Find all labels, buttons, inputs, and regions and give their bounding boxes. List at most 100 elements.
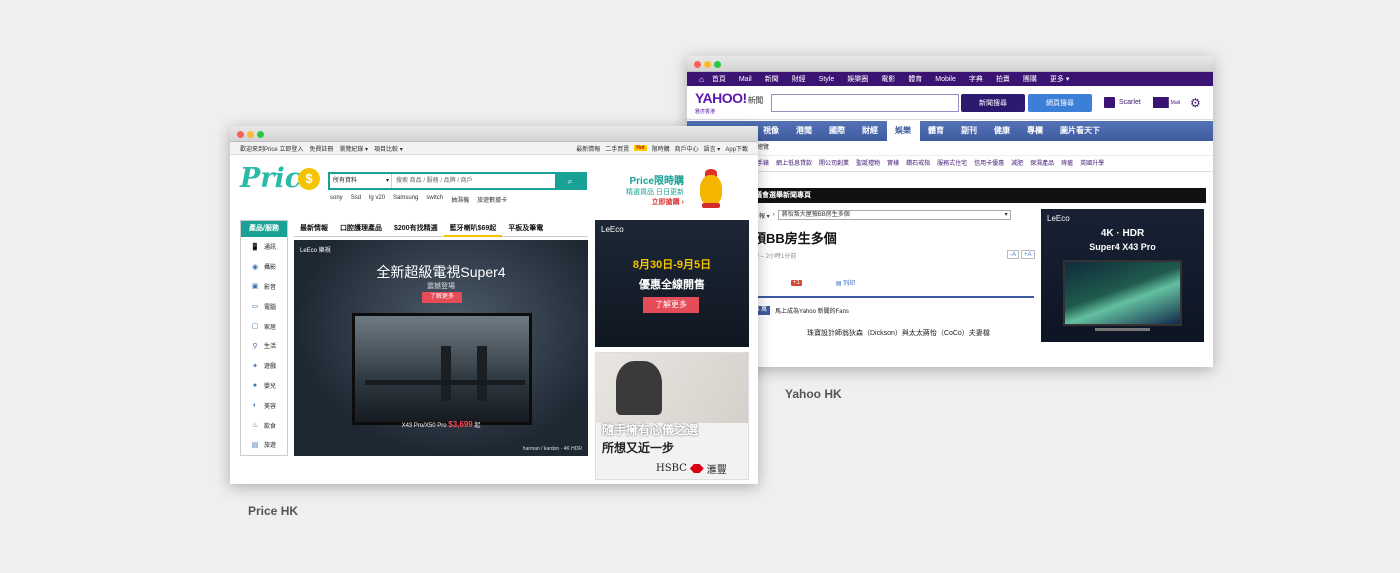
search-input[interactable]: 搜索 商品 / 服務 / 品牌 / 商戶 <box>392 174 555 188</box>
search-tag[interactable]: lg v20 <box>369 195 385 204</box>
top-link[interactable]: 限時購 <box>652 144 670 153</box>
search-tag[interactable]: switch <box>426 195 443 204</box>
leeco-sale-ad[interactable]: LeEco 8月30日-9月5日 優惠全線開售 了解更多 <box>595 220 749 347</box>
tab-bluetooth-speakers[interactable]: 藍牙喇叭$69起 <box>443 220 503 237</box>
sidebar-item-travel[interactable]: ▤ 旅遊 <box>241 435 287 455</box>
hsbc-ad[interactable]: 隨手擁有心儀之選 所想又近一步 HSBC 滙豐 <box>595 352 749 480</box>
sponsored-link[interactable]: 服務式住宅 <box>937 156 967 171</box>
tab-oral-care[interactable]: 口腔護理產品 <box>334 220 388 237</box>
nav-item[interactable]: 體育 <box>902 74 929 84</box>
news-search-button[interactable]: 新聞搜尋 <box>961 93 1025 112</box>
tab-category[interactable]: 港聞 <box>788 121 821 141</box>
tab-category[interactable]: 圖片看天下 <box>1052 121 1109 141</box>
zoom-button[interactable] <box>714 61 721 68</box>
search-button[interactable]: ⌕ <box>555 174 585 188</box>
yahoo-logo[interactable]: YAHOO!新聞 雅虎香港 <box>695 91 769 115</box>
sidebar-item-games[interactable]: ✦ 遊戲 <box>241 356 287 376</box>
close-button[interactable] <box>237 131 244 138</box>
tab-latest[interactable]: 最新情報 <box>294 220 334 237</box>
zoom-button[interactable] <box>257 131 264 138</box>
close-button[interactable] <box>694 61 701 68</box>
top-link[interactable]: 最新情報 <box>576 144 600 153</box>
tab-category[interactable]: 財經 <box>854 121 887 141</box>
leeco-ad[interactable]: LeEco 4K · HDR Super4 X43 Pro <box>1041 209 1204 342</box>
language-menu[interactable]: 語言 ▾ <box>704 144 721 153</box>
nav-item[interactable]: 財經 <box>786 74 813 84</box>
search-tag[interactable]: Ssd <box>351 195 361 204</box>
sidebar-item-life[interactable]: ⚲ 生活 <box>241 336 287 356</box>
tab-category[interactable]: 體育 <box>920 121 953 141</box>
home-icon[interactable]: ⌂ <box>693 75 706 84</box>
login-link[interactable]: 歡迎來到Price 立即登入 <box>240 144 303 153</box>
top-link[interactable]: 商戶中心 <box>675 144 699 153</box>
section-bar[interactable]: 議會選舉新聞專頁 <box>753 188 1206 203</box>
font-larger-button[interactable]: +A <box>1021 250 1035 259</box>
register-link[interactable]: 免費註冊 <box>309 144 333 153</box>
tab-category-active[interactable]: 娛樂 <box>887 121 920 141</box>
banner-cta-button[interactable]: 了解更多 <box>422 292 462 303</box>
search-tag[interactable]: sony <box>330 195 343 204</box>
sidebar-item-telecom[interactable]: 📱 通訊 <box>241 237 287 257</box>
search-tag[interactable]: 抽濕機 <box>451 195 469 204</box>
nav-item[interactable]: 拍賣 <box>990 74 1017 84</box>
search-tag[interactable]: 旅遊數據卡 <box>477 195 507 204</box>
tab-category[interactable]: 副刊 <box>953 121 986 141</box>
promo-cta[interactable]: 立即搶購 › <box>626 197 684 207</box>
tab-category[interactable]: 專欄 <box>1019 121 1052 141</box>
nav-more[interactable]: 更多 ▾ <box>1044 74 1076 84</box>
hero-banner[interactable]: LeEco 樂視 全新超級電視Super4 震撼登場 了解更多 X43 Pro/… <box>294 240 588 456</box>
mail-link[interactable]: Mail <box>1152 97 1180 108</box>
print-button[interactable]: ▤ 列印 <box>836 278 855 287</box>
sidebar-item-av[interactable]: ▣ 影音 <box>241 277 287 297</box>
sponsored-link[interactable]: 痔瘡 <box>1061 156 1073 171</box>
tab-category[interactable]: 視像 <box>755 121 788 141</box>
nav-item[interactable]: 首頁 <box>706 74 733 84</box>
nav-item[interactable]: 團購 <box>1017 74 1044 84</box>
tab-category[interactable]: 國際 <box>821 121 854 141</box>
minimize-button[interactable] <box>704 61 711 68</box>
tab-category[interactable]: 健康 <box>986 121 1019 141</box>
sidebar-item-computer[interactable]: ▭ 電腦 <box>241 296 287 316</box>
nav-item[interactable]: Mail <box>733 76 759 83</box>
top-link[interactable]: 二手買賣 <box>605 144 629 153</box>
nav-item[interactable]: 字典 <box>963 74 990 84</box>
nav-item[interactable]: Mobile <box>929 76 963 83</box>
tab-tablets[interactable]: 平板及筆電 <box>502 220 549 237</box>
sponsored-link[interactable]: 保濕產品 <box>1030 156 1054 171</box>
web-search-button[interactable]: 網頁搜尋 <box>1028 93 1092 112</box>
font-smaller-button[interactable]: -A <box>1007 250 1019 259</box>
search-input[interactable] <box>771 93 959 112</box>
sidebar-item-beauty[interactable]: ◐ 美容 <box>241 395 287 415</box>
sponsored-link[interactable]: 手錶 <box>757 156 769 171</box>
sidebar-item-camera[interactable]: ◉ 攝影 <box>241 257 287 277</box>
history-menu[interactable]: 瀏覽紀錄 ▾ <box>339 144 368 153</box>
minimize-button[interactable] <box>247 131 254 138</box>
search-category-select[interactable]: 所有資料 <box>330 174 392 188</box>
sponsored-link[interactable]: 聖誕禮物 <box>856 156 880 171</box>
sponsored-link[interactable]: 信用卡優惠 <box>974 156 1004 171</box>
flash-sale-promo[interactable]: Price限時購 精選貨品 日日更新 立即搶購 › <box>626 172 684 207</box>
search-tag[interactable]: Samsung <box>393 195 418 204</box>
sponsored-link[interactable]: 實樣 <box>887 156 899 171</box>
sponsored-link[interactable]: 開公司創業 <box>819 156 849 171</box>
sponsored-link[interactable]: 鑽石戒指 <box>906 156 930 171</box>
tab-under-200[interactable]: $200有找精選 <box>388 220 444 237</box>
sidebar-item-baby[interactable]: ● 嬰兒 <box>241 376 287 396</box>
gplus-button[interactable]: +1 <box>791 279 802 286</box>
nav-item[interactable]: 電影 <box>875 74 902 84</box>
fans-link[interactable]: 馬上成為Yahoo 新聞的Fans <box>775 306 849 315</box>
sidebar-item-home[interactable]: ▢ 家居 <box>241 316 287 336</box>
nav-item[interactable]: 娛樂圈 <box>841 74 875 84</box>
app-download-link[interactable]: App下載 <box>725 144 748 153</box>
nav-item[interactable]: Style <box>813 76 842 83</box>
user-menu[interactable]: Scarlet <box>1104 97 1141 108</box>
sponsored-link[interactable]: 網上低息貸款 <box>776 156 812 171</box>
article-select[interactable]: 蔣怡叛大屋預BB房生多個 <box>777 210 1011 220</box>
sponsored-link[interactable]: 英國升學 <box>1080 156 1104 171</box>
sponsored-link[interactable]: 減肥 <box>1011 156 1023 171</box>
ad-cta-button[interactable]: 了解更多 <box>643 297 699 313</box>
subnav-overview[interactable]: 總覽 <box>687 141 1213 156</box>
gear-icon[interactable]: ⚙ <box>1190 96 1201 110</box>
sidebar-item-food[interactable]: ♨ 飲食 <box>241 415 287 435</box>
nav-item[interactable]: 新聞 <box>759 74 786 84</box>
